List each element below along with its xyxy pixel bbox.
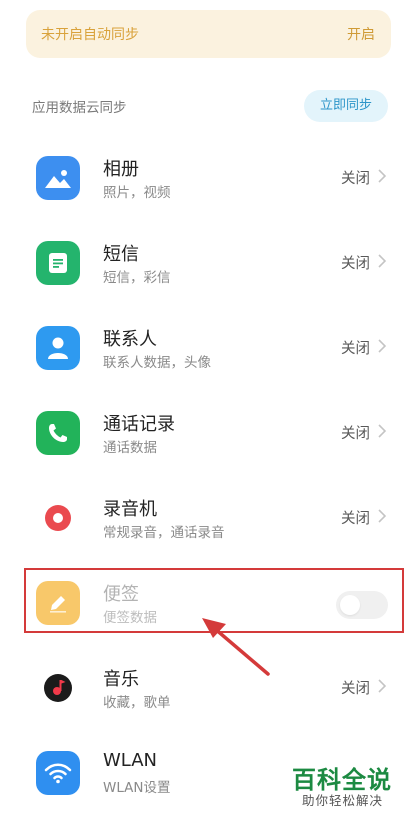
phone-icon [36,411,80,455]
enable-auto-sync-button[interactable]: 开启 [347,24,375,44]
chevron-right-icon [378,424,387,438]
list-item-contacts[interactable]: 联系人 联系人数据，头像 关闭 [0,305,418,390]
gallery-icon [36,156,80,200]
item-title: WLAN [103,750,158,771]
notes-icon [36,581,80,625]
item-subtitle: 通话数据 [103,440,157,456]
recorder-icon [36,496,80,540]
item-subtitle: 常规录音，通话录音 [103,525,225,541]
toggle-knob [340,595,360,615]
music-icon [36,666,80,710]
messages-icon [36,241,80,285]
chevron-right-icon [378,339,387,353]
item-title: 联系人 [103,329,157,350]
auto-sync-banner: 未开启自动同步 开启 [26,10,391,58]
auto-sync-status-text: 未开启自动同步 [41,27,139,43]
item-title: 短信 [103,244,139,265]
list-item-recorder[interactable]: 录音机 常规录音，通话录音 关闭 [0,475,418,560]
item-subtitle: 照片，视频 [103,185,171,201]
item-subtitle: WLAN设置 [103,780,171,796]
watermark-logo: 百科全说 助你轻松解决 [288,760,408,812]
contacts-icon [36,326,80,370]
item-state: 关闭 [341,171,370,187]
annotation-arrow-icon [202,618,270,676]
chevron-right-icon [378,679,387,693]
item-state: 关闭 [341,256,370,272]
item-subtitle: 收藏，歌单 [103,695,171,711]
item-title: 相册 [103,159,139,180]
section-title: 应用数据云同步 [32,100,127,116]
chevron-right-icon [378,254,387,268]
item-title: 音乐 [103,669,139,690]
list-item-gallery[interactable]: 相册 照片，视频 关闭 [0,135,418,220]
watermark-sub-text: 助你轻松解决 [302,793,384,808]
wifi-icon [36,751,80,795]
item-title: 便签 [103,584,139,605]
item-subtitle: 便签数据 [103,610,157,626]
item-title: 录音机 [103,499,157,520]
sync-now-button[interactable]: 立即同步 [304,90,388,122]
item-subtitle: 联系人数据，头像 [103,355,211,371]
list-item-messages[interactable]: 短信 短信，彩信 关闭 [0,220,418,305]
item-state: 关闭 [341,341,370,357]
list-item-call-log[interactable]: 通话记录 通话数据 关闭 [0,390,418,475]
item-state: 关闭 [341,426,370,442]
section-header: 应用数据云同步 立即同步 [32,90,388,122]
item-subtitle: 短信，彩信 [103,270,171,286]
item-title: 通话记录 [103,414,175,435]
chevron-right-icon [378,509,387,523]
chevron-right-icon [378,169,387,183]
item-state: 关闭 [341,681,370,697]
item-state: 关闭 [341,511,370,527]
notes-sync-toggle[interactable] [336,591,388,619]
